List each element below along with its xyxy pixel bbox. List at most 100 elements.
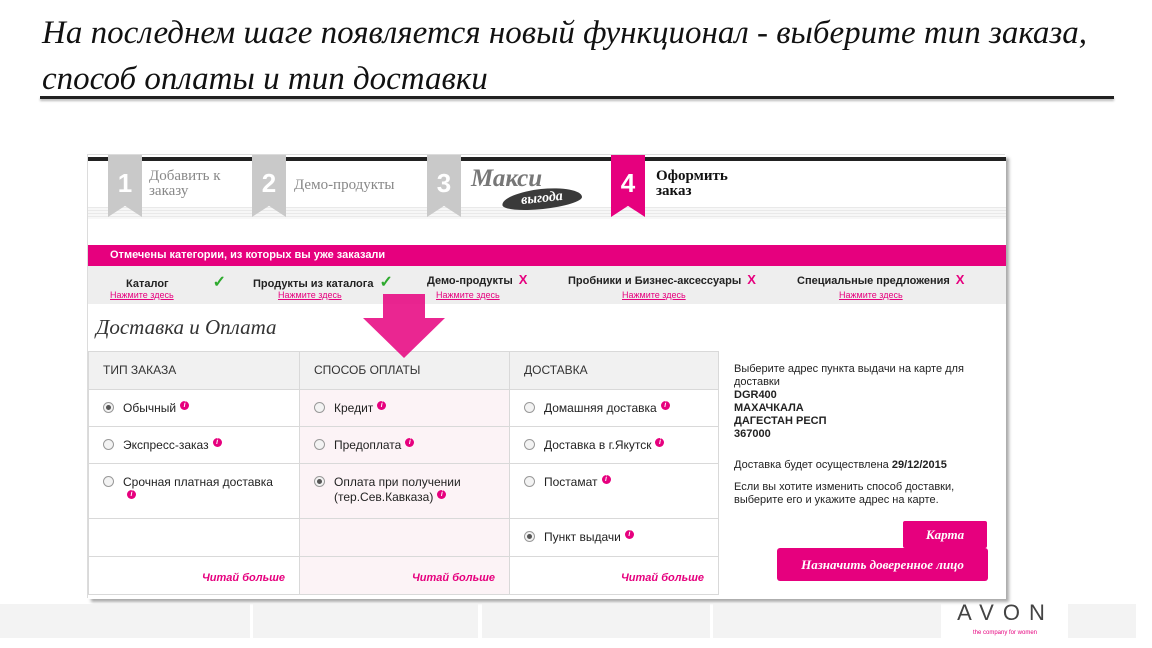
slide-title: На последнем шаге появляется новый функц…	[42, 15, 1088, 97]
avon-tagline: the company for women	[972, 630, 1038, 636]
category-catalog-link[interactable]: Нажмите здесь	[110, 290, 174, 300]
category-special-link[interactable]: Нажмите здесь	[839, 290, 903, 300]
order-type-header: ТИП ЗАКАЗА	[88, 351, 300, 390]
options-table: ТИП ЗАКАЗА СПОСОБ ОПЛАТЫ ДОСТАВКА Обычны…	[88, 351, 719, 595]
title-divider	[40, 96, 1114, 99]
info-icon[interactable]: i	[377, 401, 387, 410]
step-2-number: 2	[252, 155, 286, 217]
category-demo-link[interactable]: Нажмите здесь	[436, 290, 500, 300]
step-3-number: 3	[427, 155, 461, 217]
category-name: Демо-продукты	[427, 275, 513, 287]
payment-read-more-link[interactable]: Читай больше	[412, 572, 495, 584]
maxi-logo-text: Макси	[471, 165, 543, 192]
radio-button[interactable]	[524, 402, 535, 413]
footer-band	[482, 604, 710, 638]
step-4[interactable]: 4 Оформить заказ	[611, 155, 771, 217]
pickup-region: ДАГЕСТАН РЕСП	[734, 415, 827, 427]
payment-prepay[interactable]: Предоплата i	[314, 438, 495, 453]
radio-button[interactable]	[103, 402, 114, 413]
pickup-info-panel: Выберите адрес пункта выдачи на карте дл…	[734, 363, 996, 507]
order-type-regular[interactable]: Обычный i	[103, 401, 285, 416]
category-samples: Пробники и Бизнес-аксессуары X	[568, 272, 756, 287]
delivery-date: 29/12/2015	[891, 459, 947, 471]
info-icon[interactable]: i	[127, 490, 136, 499]
step-1-number: 1	[108, 155, 142, 217]
info-icon[interactable]: i	[660, 401, 670, 410]
section-title: Доставка и Оплата	[96, 315, 277, 339]
category-special: Специальные предложения X	[797, 272, 964, 287]
payment-on-delivery[interactable]: Оплата при получении (тер.Сев.Кавказа) i	[314, 475, 495, 505]
step-4-number: 4	[611, 155, 645, 217]
option-label: Пункт выдачи	[544, 530, 621, 544]
step-2-label: Демо-продукты	[294, 177, 395, 193]
assign-proxy-button[interactable]: Назначить доверенное лицо	[777, 548, 988, 581]
category-catalog-products-link[interactable]: Нажмите здесь	[278, 290, 342, 300]
categories-banner: Отмечены категории, из которых вы уже за…	[88, 245, 1006, 266]
option-label: Домашняя доставка	[544, 401, 657, 415]
category-samples-link[interactable]: Нажмите здесь	[622, 290, 686, 300]
cross-icon: X	[747, 272, 756, 287]
category-demo: Демо-продукты X	[427, 272, 527, 287]
order-type-read-more-link[interactable]: Читай больше	[202, 572, 285, 584]
option-label: Постамат	[544, 475, 598, 489]
radio-button[interactable]	[524, 439, 535, 450]
empty-cell	[299, 518, 510, 557]
info-icon[interactable]: i	[212, 438, 222, 447]
delivery-pickup-point[interactable]: Пункт выдачи i	[524, 530, 704, 545]
pickup-code: DGR400	[734, 389, 777, 401]
radio-button[interactable]	[103, 439, 114, 450]
option-label: Экспресс-заказ	[123, 438, 209, 452]
option-label: Срочная платная доставка	[123, 475, 273, 489]
footer-band	[253, 604, 478, 638]
cross-icon: X	[518, 272, 528, 287]
category-name: Пробники и Бизнес-аксессуары	[568, 275, 742, 287]
avon-logo: AVON	[957, 600, 1054, 625]
radio-button[interactable]	[314, 402, 325, 413]
radio-button[interactable]	[314, 439, 325, 450]
delivery-postamat[interactable]: Постамат i	[524, 475, 704, 490]
delivery-note: Доставка будет осуществлена	[734, 459, 889, 471]
payment-credit[interactable]: Кредит i	[314, 401, 495, 416]
check-icon: ✓	[212, 274, 227, 291]
categories-strip: Каталог ✓ Нажмите здесь Продукты из катал…	[88, 266, 1006, 304]
delivery-read-more-link[interactable]: Читай больше	[621, 572, 704, 584]
delivery-yakutsk[interactable]: Доставка в г.Якутск i	[524, 438, 704, 453]
info-icon[interactable]: i	[180, 401, 190, 410]
info-icon[interactable]: i	[655, 438, 665, 447]
step-4-label: Оформить заказ	[656, 168, 728, 199]
order-type-urgent[interactable]: Срочная платная доставкаi	[103, 475, 285, 505]
radio-button[interactable]	[103, 476, 114, 487]
delivery-date-line: Доставка будет осуществлена 29/12/2015	[734, 459, 996, 472]
category-catalog-products: Продукты из каталога ✓	[253, 272, 393, 292]
footer-band	[0, 604, 250, 638]
pickup-zip: 367000	[734, 428, 771, 440]
order-type-express[interactable]: Экспресс-заказ i	[103, 438, 285, 453]
option-label: Кредит	[334, 401, 374, 415]
option-label: Предоплата	[334, 438, 402, 452]
cross-icon: X	[955, 272, 965, 287]
checkout-screenshot: 1 Добавить к заказу 2 Демо-продукты 3 Ма…	[88, 155, 1006, 599]
check-icon: ✓	[379, 274, 393, 291]
info-icon[interactable]: i	[601, 475, 611, 484]
info-icon[interactable]: i	[624, 530, 634, 539]
category-name: Специальные предложения	[797, 275, 950, 287]
option-label: Обычный	[123, 401, 177, 415]
footer-band	[713, 604, 941, 638]
info-icon[interactable]: i	[405, 438, 415, 447]
map-button[interactable]: Карта	[903, 521, 987, 548]
pickup-intro: Выберите адрес пункта выдачи на карте дл…	[734, 363, 964, 388]
radio-button[interactable]	[314, 476, 325, 487]
radio-button[interactable]	[524, 531, 535, 542]
delivery-home[interactable]: Домашняя доставка i	[524, 401, 704, 416]
step-1-label: Добавить к заказу	[149, 168, 221, 199]
step-2[interactable]: 2 Демо-продукты	[252, 155, 412, 217]
step-1[interactable]: 1 Добавить к заказу	[108, 155, 248, 217]
change-delivery-note: Если вы хотите изменить способ доставки,…	[734, 481, 955, 506]
radio-button[interactable]	[524, 476, 535, 487]
option-label: Доставка в г.Якутск	[544, 438, 652, 452]
category-name: Продукты из каталога	[253, 278, 374, 290]
category-name: Каталог	[126, 278, 169, 290]
delivery-header: ДОСТАВКА	[509, 351, 719, 390]
info-icon[interactable]: i	[437, 490, 447, 499]
empty-cell	[88, 518, 300, 557]
